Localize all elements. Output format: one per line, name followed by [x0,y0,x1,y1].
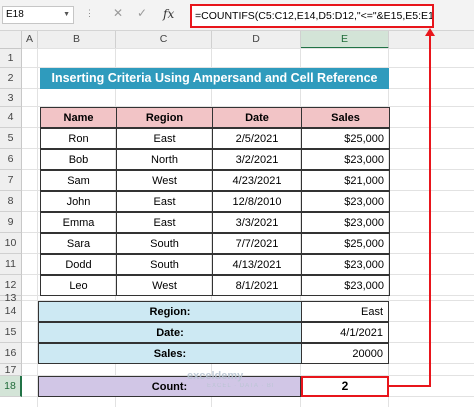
pointer-arrow [389,28,435,387]
